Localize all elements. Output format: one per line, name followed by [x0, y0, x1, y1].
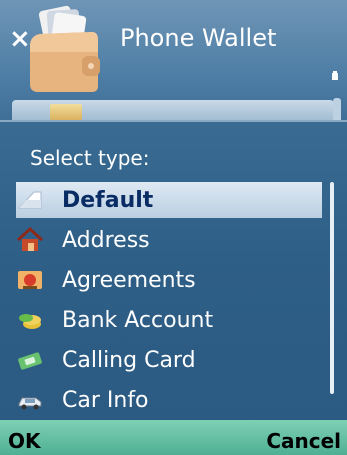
list-item-default[interactable]: Default — [16, 182, 322, 218]
cancel-softkey[interactable]: Cancel — [266, 429, 341, 453]
default-card-icon — [16, 186, 44, 214]
phone-card-icon — [16, 346, 44, 374]
list-item-label: Bank Account — [62, 307, 214, 333]
app-title: Phone Wallet — [120, 24, 277, 52]
list-item-label: Default — [62, 187, 154, 213]
list-item-label: Agreements — [62, 267, 196, 293]
background-item-icon — [50, 104, 82, 120]
signal-indicator-icon — [332, 71, 338, 80]
dialog-title: Select type: — [30, 146, 150, 170]
car-icon — [16, 386, 44, 414]
list-item-label: Car Info — [62, 387, 149, 413]
close-icon[interactable]: × — [9, 26, 31, 52]
list-item-calling-card[interactable]: Calling Card — [16, 342, 322, 378]
list-item-car-info[interactable]: Car Info — [16, 382, 322, 418]
house-icon — [16, 226, 44, 254]
list-item-label: Address — [62, 227, 150, 253]
background-list-row — [12, 100, 334, 122]
ok-softkey[interactable]: OK — [8, 429, 41, 453]
list-item-address[interactable]: Address — [16, 222, 322, 258]
softkeys: OK Cancel — [0, 426, 347, 455]
coins-icon — [16, 306, 44, 334]
list-item-bank-account[interactable]: Bank Account — [16, 302, 322, 338]
list-item-label: Calling Card — [62, 347, 196, 373]
list-item-agreements[interactable]: Agreements — [16, 262, 322, 298]
list-scrollbar[interactable] — [330, 182, 334, 394]
select-type-dialog: Select type: Default Address Agreements … — [0, 120, 347, 422]
agreements-icon — [16, 266, 44, 294]
